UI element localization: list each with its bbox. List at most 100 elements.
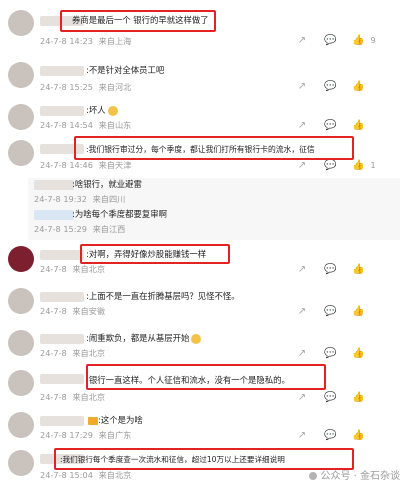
share-icon[interactable]: ↗ — [296, 392, 308, 404]
reply-item: :为啥每个季度都要复审啊 24-7-8 15:29 来自江西 — [28, 208, 400, 238]
comment-text: :闹重欺负，都是从基层开始 — [86, 332, 202, 344]
comment-text: 券商是最后一个 银行的早就这样做了 — [72, 15, 209, 25]
reply-time: 24-7-8 15:29 — [34, 224, 87, 234]
comment-item: :不是针对全体员工吧 24-7-8 15:25 来自河北 ↗ 💬 👍 — [0, 60, 408, 106]
comment-meta: 24-7-8 14:23 来自上海 — [40, 36, 134, 46]
comment-item: :坏人 24-7-8 14:54 来自山东 ↗ 💬 👍 — [0, 102, 408, 138]
share-icon[interactable]: ↗ — [296, 264, 308, 276]
comment-location: 来自北京 — [72, 348, 106, 358]
comment-time: 24-7-8 15:04 — [40, 470, 93, 480]
comment-item: :对啊，弄得好像炒股能赚钱一样 24-7-8 来自北京 ↗ 💬 👍 — [0, 244, 408, 284]
like-icon[interactable]: 👍 — [352, 306, 364, 318]
like-icon[interactable]: 👍 — [352, 264, 364, 276]
comment-meta: 24-7-8 14:54 来自山东 — [40, 120, 134, 130]
comment-actions: ↗ 💬 👍 — [296, 264, 400, 276]
reply-location: 来自四川 — [92, 194, 126, 204]
share-icon[interactable]: ↗ — [296, 81, 308, 93]
comment-actions: ↗ 💬 👍 — [296, 120, 400, 132]
comment-actions: ↗ 💬 👍 — [296, 392, 400, 404]
user-name[interactable] — [40, 334, 84, 344]
user-name[interactable] — [40, 416, 84, 426]
user-name[interactable] — [40, 250, 84, 260]
comment-time: 24-7-8 — [40, 264, 67, 274]
comment-actions: ↗ 💬 👍 — [296, 306, 400, 318]
comment-icon[interactable]: 💬 — [324, 35, 336, 47]
comment-time: 24-7-8 17:29 — [40, 430, 93, 440]
comment-icon[interactable]: 💬 — [324, 81, 336, 93]
avatar[interactable] — [8, 288, 34, 314]
reply-list: :啥银行，就业避雷 24-7-8 19:32 来自四川 :为啥每个季度都要复审啊… — [28, 178, 400, 240]
reply-location: 来自江西 — [92, 224, 126, 234]
comment-icon[interactable]: 💬 — [324, 160, 336, 172]
avatar[interactable] — [8, 62, 34, 88]
comment-actions: ↗ 💬 👍 1 — [296, 160, 400, 172]
comment-meta: 24-7-8 15:25 来自河北 — [40, 82, 134, 92]
comment-icon[interactable]: 💬 — [324, 392, 336, 404]
avatar[interactable] — [8, 370, 34, 396]
comment-icon[interactable]: 💬 — [324, 120, 336, 132]
comment-item: 券商是最后一个 银行的早就这样做了 24-7-8 14:23 来自上海 ↗ 💬 … — [0, 8, 408, 60]
comment-text: :不是针对全体员工吧 — [86, 65, 165, 75]
comment-location: 来自安徽 — [72, 306, 106, 316]
comment-time: 24-7-8 14:23 — [40, 36, 93, 46]
like-icon[interactable]: 👍 — [352, 392, 364, 404]
comment-actions: ↗ 💬 👍 9 — [296, 35, 400, 47]
comment-text: :这个是为啥 — [86, 414, 143, 426]
comment-meta: 24-7-8 来自安徽 — [40, 306, 108, 316]
user-name[interactable] — [40, 66, 84, 76]
comment-location: 来自北京 — [72, 264, 106, 274]
user-name[interactable] — [40, 292, 84, 302]
comment-actions: ↗ 💬 👍 — [296, 348, 400, 360]
share-icon[interactable]: ↗ — [296, 348, 308, 360]
comment-icon[interactable]: 💬 — [324, 430, 336, 442]
comment-location: 来自上海 — [98, 36, 132, 46]
user-name[interactable] — [40, 374, 84, 384]
comment-meta: 24-7-8 来自北京 — [40, 348, 108, 358]
comment-time: 24-7-8 14:46 — [40, 160, 93, 170]
comment-icon[interactable]: 💬 — [324, 264, 336, 276]
like-icon[interactable]: 👍 — [352, 120, 364, 132]
comment-text: :我们银行每个季度查一次流水和征信，超过10万以上还要详细说明 — [60, 455, 285, 464]
comment-time: 24-7-8 — [40, 392, 67, 402]
comment-time: 24-7-8 — [40, 348, 67, 358]
avatar[interactable] — [8, 246, 34, 272]
comment-text: :我们银行审过分，每个季度，都让我们打所有银行卡的流水，征信 — [86, 145, 315, 154]
avatar[interactable] — [8, 140, 34, 166]
comment-text: :坏人 — [86, 104, 118, 116]
comment-location: 来自天津 — [98, 160, 132, 170]
avatar[interactable] — [8, 412, 34, 438]
avatar[interactable] — [8, 330, 34, 356]
avatar[interactable] — [8, 104, 34, 130]
comment-item: :我们银行审过分，每个季度，都让我们打所有银行卡的流水，征信 24-7-8 14… — [0, 136, 408, 244]
user-name[interactable] — [40, 144, 84, 154]
reply-user-name[interactable] — [34, 210, 74, 220]
comment-time: 24-7-8 14:54 — [40, 120, 93, 130]
comment-item: :银行一直这样。个人征信和流水，没有一个是隐私的。 24-7-8 来自北京 ↗ … — [0, 364, 408, 412]
reply-item: :啥银行，就业避雷 24-7-8 19:32 来自四川 — [28, 178, 400, 208]
comment-actions: ↗ 💬 👍 — [296, 81, 400, 93]
comment-meta: 24-7-8 来自北京 — [40, 392, 108, 402]
share-icon[interactable]: ↗ — [296, 35, 308, 47]
comment-icon[interactable]: 💬 — [324, 306, 336, 318]
comment-item: :上面不是一直在折腾基层吗？见怪不怪。 24-7-8 来自安徽 ↗ 💬 👍 — [0, 286, 408, 326]
comment-meta: 24-7-8 来自北京 — [40, 264, 108, 274]
avatar[interactable] — [8, 450, 34, 476]
like-icon[interactable]: 👍 — [352, 160, 364, 172]
like-icon[interactable]: 👍 — [352, 348, 364, 360]
like-icon[interactable]: 👍 — [352, 35, 364, 47]
avatar[interactable] — [8, 10, 34, 36]
comment-location: 来自北京 — [72, 392, 106, 402]
like-icon[interactable]: 👍 — [352, 81, 364, 93]
share-icon[interactable]: ↗ — [296, 120, 308, 132]
reply-time: 24-7-8 19:32 — [34, 194, 87, 204]
wechat-icon — [309, 472, 318, 480]
comment-meta: 24-7-8 14:46 来自天津 — [40, 160, 134, 170]
like-icon[interactable]: 👍 — [352, 430, 364, 442]
comment-location: 来自河北 — [98, 82, 132, 92]
user-name[interactable] — [40, 106, 84, 116]
share-icon[interactable]: ↗ — [296, 306, 308, 318]
share-icon[interactable]: ↗ — [296, 160, 308, 172]
reply-user-name[interactable] — [34, 180, 74, 190]
comment-icon[interactable]: 💬 — [324, 348, 336, 360]
share-icon[interactable]: ↗ — [296, 430, 308, 442]
